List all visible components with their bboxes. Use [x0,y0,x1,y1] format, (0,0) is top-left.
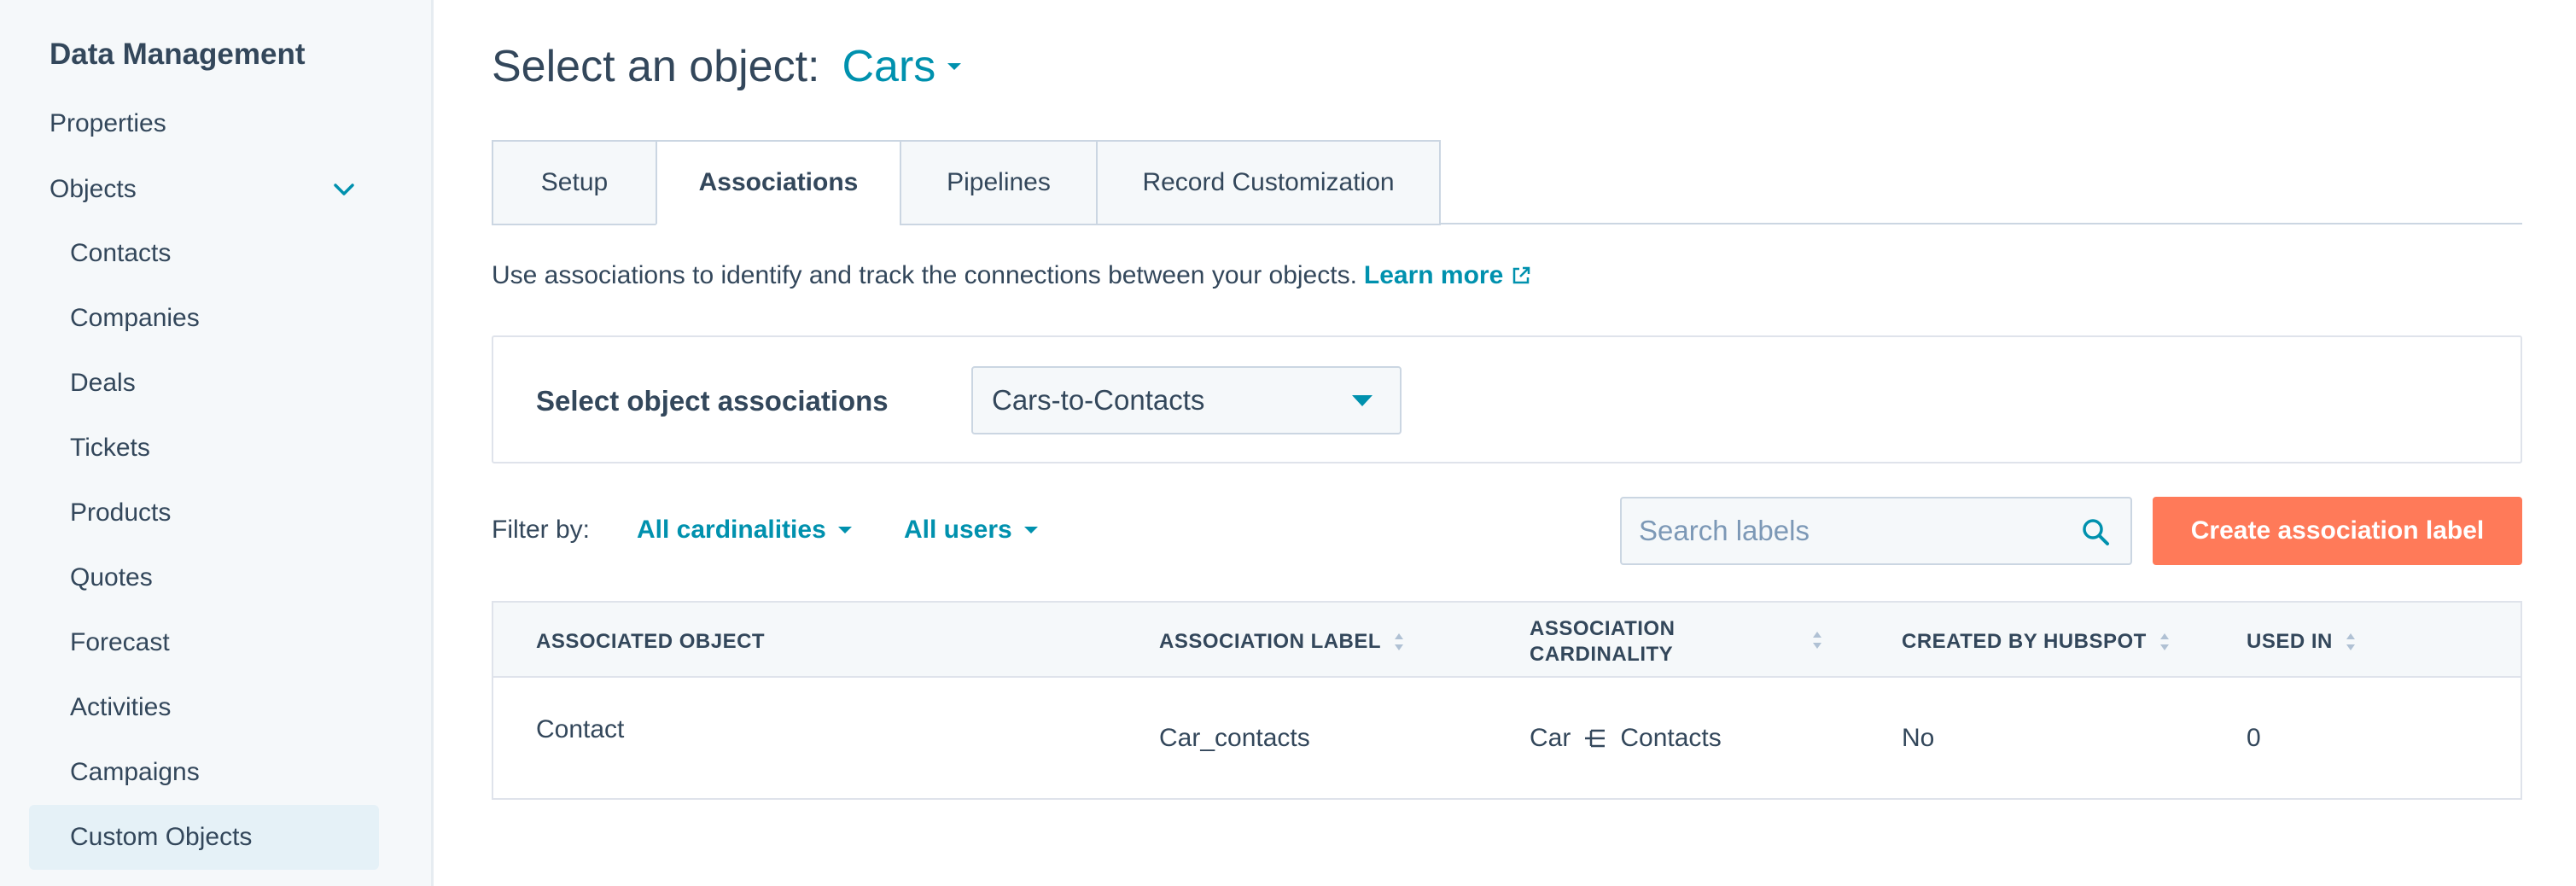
sidebar-item-deals[interactable]: Deals [29,351,379,416]
cell-associated-object: Contact [536,715,625,743]
search-icon[interactable] [2081,517,2110,546]
header-created-by-hubspot-text: CREATED BY HUBSPOT [1902,630,2147,653]
association-selector-label: Select object associations [536,385,889,417]
header-created-by-hubspot[interactable]: CREATED BY HUBSPOT [1902,630,2171,654]
object-select-value: Cars [842,42,936,91]
cell-association-label: Car_contacts [1159,724,1310,752]
app: Data Management Properties Objects Conta… [0,0,2576,886]
sidebar-item-activities[interactable]: Activities [29,675,379,740]
cardinality-filter-label: All cardinalities [637,516,826,544]
caret-down-icon [837,527,852,533]
users-filter[interactable]: All users [904,516,1038,545]
tab-bar: Setup Associations Pipelines Record Cust… [492,140,1441,225]
header-associated-object: ASSOCIATED OBJECT [536,630,766,653]
sidebar-item-forecast[interactable]: Forecast [29,610,379,675]
sidebar-item-tickets[interactable]: Tickets [29,416,379,481]
tab-pipelines[interactable]: Pipelines [900,140,1096,225]
association-selector-panel: Select object associations Cars-to-Conta… [492,335,2522,463]
sidebar-item-campaigns[interactable]: Campaigns [29,740,379,805]
sidebar-item-custom-objects[interactable]: Custom Objects [29,805,379,870]
sort-icon [2159,633,2169,650]
caret-down-icon [1352,395,1373,406]
intro-text: Use associations to identify and track t… [492,261,1532,290]
sidebar-item-companies[interactable]: Companies [29,286,379,351]
sidebar-heading: Data Management [50,38,306,71]
users-filter-label: All users [904,516,1012,544]
sidebar-item-properties[interactable]: Properties [50,109,166,138]
caret-down-icon [1023,527,1038,533]
one-to-many-icon [1585,729,1606,748]
intro-description: Use associations to identify and track t… [492,261,1357,289]
associations-table: ASSOCIATED OBJECT ASSOCIATION LABEL ASSO… [492,601,2522,800]
header-association-cardinality[interactable]: ASSOCIATION CARDINALITY [1530,616,1675,667]
header-association-label[interactable]: ASSOCIATION LABEL [1159,630,1405,654]
sort-icon[interactable] [1811,630,1823,650]
cell-created-by-hubspot: No [1902,724,1935,752]
filter-bar: Filter by: All cardinalities All users S… [492,497,2522,565]
cell-used-in[interactable]: 0 [2247,724,2261,753]
filter-label: Filter by: [492,516,591,544]
page-title: Select an object: Cars [492,41,962,92]
sidebar-item-contacts[interactable]: Contacts [29,221,379,286]
association-dropdown[interactable]: Cars-to-Contacts [971,366,1402,434]
learn-more-label: Learn more [1363,261,1504,289]
sidebar: Data Management Properties Objects Conta… [0,0,434,886]
cardinality-to: Contacts [1620,724,1722,752]
page-title-text: Select an object: [492,42,820,91]
search-placeholder: Search labels [1639,515,1810,546]
association-dropdown-value: Cars-to-Contacts [992,384,1205,416]
object-select-dropdown[interactable]: Cars [842,41,962,92]
tab-setup[interactable]: Setup [492,140,656,225]
cell-association-cardinality: Car Contacts [1530,724,1722,753]
create-association-label-button[interactable]: Create association label [2153,497,2522,565]
header-cardinality-line2: CARDINALITY [1530,643,1674,666]
tab-associations[interactable]: Associations [656,140,900,225]
sort-icon [1395,633,1404,650]
chevron-down-icon[interactable] [331,177,357,202]
sidebar-item-products[interactable]: Products [29,481,379,545]
search-input[interactable]: Search labels [1620,497,2132,565]
header-used-in-text: USED IN [2247,630,2333,653]
sort-icon [2346,633,2355,650]
header-association-label-text: ASSOCIATION LABEL [1159,630,1382,653]
sidebar-item-objects[interactable]: Objects [50,175,137,204]
caret-down-icon [947,63,962,70]
external-link-icon [1513,266,1530,284]
cardinality-from: Car [1530,724,1571,752]
main-content: Select an object: Cars Setup Association… [434,0,2576,886]
tab-record-customization[interactable]: Record Customization [1096,140,1441,225]
cardinality-filter[interactable]: All cardinalities [637,516,852,545]
header-used-in[interactable]: USED IN [2247,630,2357,654]
sidebar-item-quotes[interactable]: Quotes [29,545,379,610]
header-cardinality-line1: ASSOCIATION [1530,617,1676,640]
learn-more-link[interactable]: Learn more [1364,261,1532,290]
table-header: ASSOCIATED OBJECT ASSOCIATION LABEL ASSO… [493,603,2521,678]
